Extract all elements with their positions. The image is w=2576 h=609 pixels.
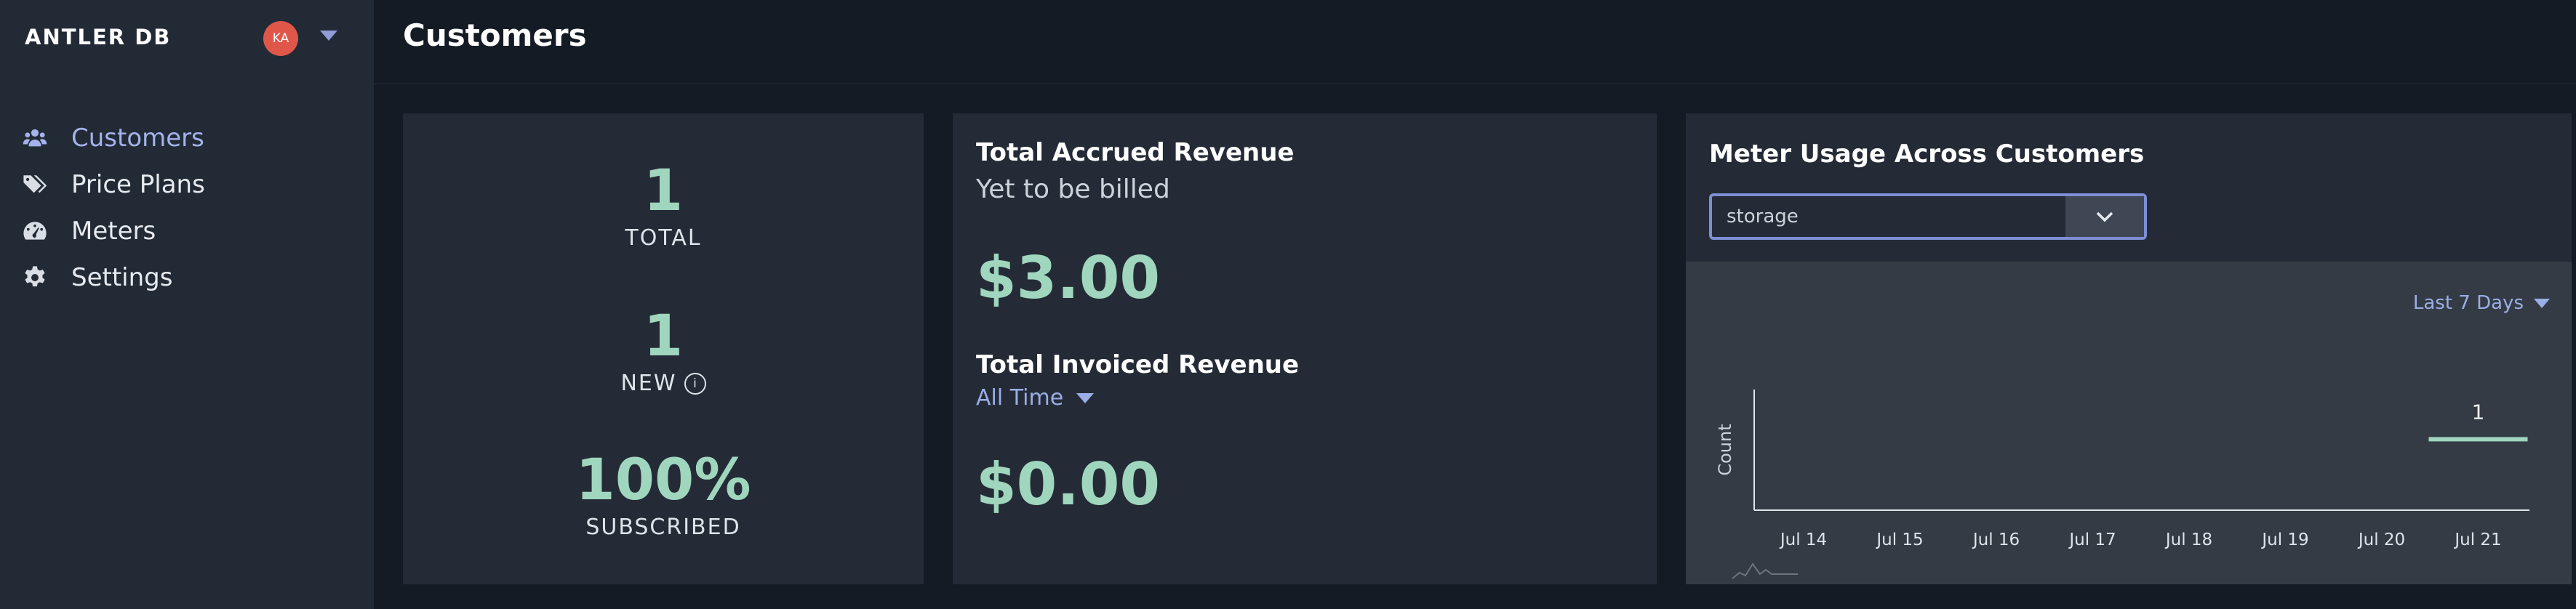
caret-down-icon bbox=[1076, 392, 1095, 403]
subscribed-label: SUBSCRIBED bbox=[403, 515, 924, 540]
x-tick-label: Jul 19 bbox=[2260, 531, 2308, 549]
chevron-down-icon[interactable] bbox=[2065, 196, 2144, 237]
subscribed-stat: 100% SUBSCRIBED bbox=[403, 452, 924, 540]
x-tick-label: Jul 18 bbox=[2164, 531, 2212, 549]
page-title: Customers bbox=[403, 17, 587, 53]
meter-chart: Count Jul 14 Jul 15 Jul 16 Jul 17 Jul 18 Jul 1… bbox=[1715, 390, 2529, 579]
accrued-revenue-title: Total Accrued Revenue bbox=[976, 138, 1295, 167]
x-tick-label: Jul 21 bbox=[2453, 531, 2501, 549]
customer-stats-card: 1 TOTAL 1 NEW i 100% SUBSCRIBED bbox=[403, 113, 924, 584]
total-label-text: TOTAL bbox=[625, 225, 702, 251]
accrued-revenue-amount: $3.00 bbox=[976, 244, 1161, 312]
meter-chart-area: Last 7 Days Count Jul 14 Jul 15 Jul 16 Jul 1… bbox=[1686, 262, 2572, 584]
subscribed-label-text: SUBSCRIBED bbox=[585, 515, 741, 540]
invoiced-period-label: All Time bbox=[976, 385, 1064, 411]
total-stat: 1 TOTAL bbox=[403, 163, 924, 251]
x-tick-label: Jul 14 bbox=[1779, 531, 1827, 549]
x-tick-label: Jul 15 bbox=[1875, 531, 1923, 549]
new-value: 1 bbox=[643, 304, 684, 369]
invoiced-revenue-title: Total Invoiced Revenue bbox=[976, 350, 1300, 379]
brand-name: ANTLER DB bbox=[25, 25, 172, 49]
x-tick-label: Jul 16 bbox=[1972, 531, 2020, 549]
total-value: 1 bbox=[643, 158, 684, 224]
sidebar-item-label: Customers bbox=[71, 124, 204, 153]
new-label-text: NEW bbox=[620, 371, 677, 396]
sidebar-item-label: Price Plans bbox=[71, 170, 205, 199]
sidebar-item-customers[interactable]: Customers bbox=[22, 115, 205, 161]
meter-usage-card: Meter Usage Across Customers storage Las… bbox=[1686, 113, 2572, 584]
sidebar-item-label: Meters bbox=[71, 217, 156, 246]
sidebar-item-settings[interactable]: Settings bbox=[22, 254, 205, 301]
meter-select-value: storage bbox=[1727, 206, 1799, 227]
sidebar-item-price-plans[interactable]: Price Plans bbox=[22, 161, 205, 208]
total-label: TOTAL bbox=[403, 225, 924, 251]
header-divider bbox=[374, 83, 2576, 84]
y-axis-label: Count bbox=[1715, 424, 1735, 475]
gear-icon bbox=[22, 265, 48, 291]
users-icon bbox=[22, 125, 48, 151]
avatar[interactable]: KA bbox=[263, 21, 298, 56]
meter-select[interactable]: storage bbox=[1709, 193, 2147, 240]
invoiced-revenue-amount: $0.00 bbox=[976, 451, 1161, 518]
sidebar-item-label: Settings bbox=[71, 263, 173, 292]
subscribed-value: 100% bbox=[575, 448, 751, 513]
data-label: 1 bbox=[2472, 400, 2485, 424]
info-icon[interactable]: i bbox=[684, 372, 706, 395]
x-tick-label: Jul 20 bbox=[2357, 531, 2405, 549]
sparkline-icon bbox=[1732, 562, 1798, 579]
revenue-card: Total Accrued Revenue Yet to be billed $… bbox=[953, 113, 1657, 584]
tags-icon bbox=[22, 172, 48, 198]
sidebar-item-meters[interactable]: Meters bbox=[22, 208, 205, 254]
sidebar: ANTLER DB KA Customers Price Plans Meter… bbox=[0, 0, 374, 609]
sidebar-nav: Customers Price Plans Meters Settings bbox=[22, 115, 205, 301]
meter-usage-title: Meter Usage Across Customers bbox=[1709, 140, 2145, 169]
x-tick-label: Jul 17 bbox=[2068, 531, 2116, 549]
accrued-revenue-subtitle: Yet to be billed bbox=[976, 174, 1170, 204]
gauge-icon bbox=[22, 218, 48, 244]
account-dropdown-caret-icon[interactable] bbox=[320, 31, 337, 41]
invoiced-period-dropdown[interactable]: All Time bbox=[976, 385, 1095, 411]
new-label: NEW i bbox=[403, 371, 924, 396]
new-stat: 1 NEW i bbox=[403, 308, 924, 396]
